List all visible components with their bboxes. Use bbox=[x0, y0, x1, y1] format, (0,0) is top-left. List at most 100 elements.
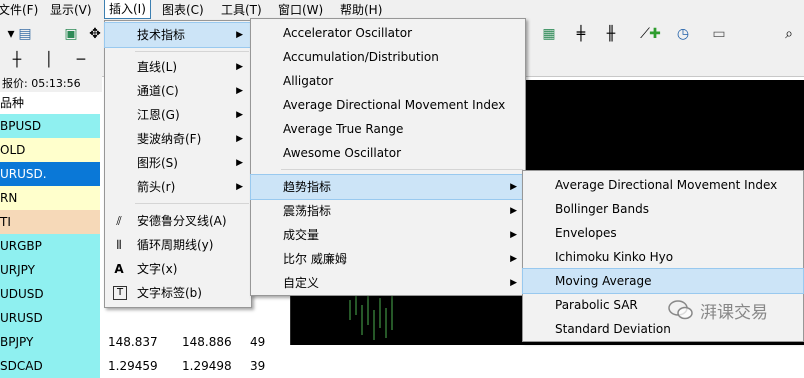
menu-file[interactable]: 文件(F) bbox=[0, 0, 38, 20]
crosshair-icon[interactable]: ┼ bbox=[6, 50, 28, 70]
menu-item-andrews-pitchfork[interactable]: ⫽ 安德鲁分叉线(A) bbox=[105, 209, 251, 233]
menu-item-envelopes[interactable]: Envelopes bbox=[523, 221, 803, 245]
menu-item-label: 图形(S) bbox=[137, 156, 178, 170]
menu-item-gann[interactable]: 江恩(G) ▶ bbox=[105, 103, 251, 127]
submenu-arrow-icon: ▶ bbox=[510, 230, 517, 240]
menu-item-lines[interactable]: 直线(L) ▶ bbox=[105, 55, 251, 79]
insert-menu: 技术指标 ▶ 直线(L) ▶ 通道(C) ▶ 江恩(G) ▶ 斐波纳奇(F) ▶… bbox=[104, 20, 252, 308]
market-watch-symbol: TI bbox=[0, 210, 100, 234]
candles-area bbox=[349, 290, 393, 340]
menu-item-custom[interactable]: 自定义 ▶ bbox=[251, 271, 525, 295]
submenu-arrow-icon: ▶ bbox=[510, 182, 517, 192]
submenu-arrow-icon: ▶ bbox=[236, 62, 243, 72]
menu-item-awesome-oscillator[interactable]: Awesome Oscillator bbox=[251, 141, 525, 165]
market-watch-ask: 1.29498 bbox=[182, 359, 232, 373]
text-label-icon: T bbox=[113, 286, 127, 300]
wechat-icon bbox=[668, 300, 693, 320]
submenu-arrow-icon: ▶ bbox=[236, 86, 243, 96]
menu-item-accumulation-distribution[interactable]: Accumulation/Distribution bbox=[251, 45, 525, 69]
submenu-arrow-icon: ▶ bbox=[510, 206, 517, 216]
market-watch-bid: 1.29459 bbox=[108, 359, 158, 373]
menu-item-label: 趋势指标 bbox=[283, 180, 332, 194]
menu-item-bill-williams[interactable]: 比尔 威廉姆 ▶ bbox=[251, 247, 525, 271]
indicators-submenu: Accelerator Oscillator Accumulation/Dist… bbox=[250, 18, 526, 296]
menu-item-label: 文字(x) bbox=[137, 262, 178, 276]
menu-item-label: Envelopes bbox=[555, 226, 617, 240]
menu-item-indicators[interactable]: 技术指标 ▶ bbox=[104, 22, 252, 48]
market-watch-row[interactable]: BPJPY 148.837 148.886 49 bbox=[0, 330, 270, 354]
submenu-arrow-icon: ▶ bbox=[236, 30, 243, 40]
menu-item-moving-average[interactable]: Moving Average bbox=[522, 268, 804, 294]
menu-charts[interactable]: 图表(C) bbox=[162, 0, 204, 20]
menu-item-volumes[interactable]: 成交量 ▶ bbox=[251, 223, 525, 247]
market-watch-spread: 39 bbox=[250, 359, 266, 373]
submenu-arrow-icon: ▶ bbox=[510, 254, 517, 264]
menu-item-accelerator-oscillator[interactable]: Accelerator Oscillator bbox=[251, 21, 525, 45]
menu-item-label: Awesome Oscillator bbox=[283, 146, 402, 160]
menu-item-text-label[interactable]: T 文字标签(b) bbox=[105, 281, 251, 305]
menu-item-label: 箭头(r) bbox=[137, 180, 176, 194]
vertical-line-icon[interactable]: │ bbox=[38, 50, 60, 70]
watermark-text: 湃课交易 bbox=[700, 303, 768, 323]
menu-item-fibonacci[interactable]: 斐波纳奇(F) ▶ bbox=[105, 127, 251, 151]
menu-item-oscillators[interactable]: 震荡指标 ▶ bbox=[251, 199, 525, 223]
menu-insert[interactable]: 插入(I) bbox=[104, 0, 151, 19]
crosshair-move-icon[interactable]: ✥ bbox=[84, 24, 106, 44]
market-watch-symbol: URJPY bbox=[0, 258, 100, 282]
menu-item-label: 斐波纳奇(F) bbox=[137, 132, 202, 146]
menu-item-label: 直线(L) bbox=[137, 60, 178, 74]
menu-separator bbox=[135, 203, 249, 204]
menu-item-bollinger-bands[interactable]: Bollinger Bands bbox=[523, 197, 803, 221]
menu-help[interactable]: 帮助(H) bbox=[340, 0, 382, 20]
menu-view[interactable]: 显示(V) bbox=[50, 0, 92, 20]
menu-item-trend-admi[interactable]: Average Directional Movement Index bbox=[523, 173, 803, 197]
menu-item-cycle-lines[interactable]: ⦀ 循环周期线(y) bbox=[105, 233, 251, 257]
market-watch-symbol: URUSD. bbox=[0, 162, 100, 186]
market-watch-symbol: SDCAD bbox=[0, 354, 100, 378]
submenu-arrow-icon: ▶ bbox=[236, 182, 243, 192]
text-icon: A bbox=[114, 262, 124, 276]
menu-item-shapes[interactable]: 图形(S) ▶ bbox=[105, 151, 251, 175]
candlestick-chart-icon[interactable]: ╫ bbox=[600, 24, 622, 44]
market-watch-spread: 49 bbox=[250, 335, 266, 349]
menu-item-label: Average Directional Movement Index bbox=[283, 98, 506, 112]
market-watch-symbol: BPUSD bbox=[0, 114, 100, 138]
menu-item-label: Accelerator Oscillator bbox=[283, 26, 413, 40]
market-watch-symbol: BPJPY bbox=[0, 330, 100, 354]
menu-item-label: 安德鲁分叉线(A) bbox=[137, 214, 227, 228]
menu-item-label: 通道(C) bbox=[137, 84, 179, 98]
andrews-pitchfork-icon: ⫽ bbox=[116, 214, 122, 228]
menu-item-trend[interactable]: 趋势指标 ▶ bbox=[250, 174, 526, 200]
menu-separator bbox=[281, 169, 523, 170]
market-watch-row[interactable]: URUSD bbox=[0, 306, 270, 330]
cycle-lines-icon: ⦀ bbox=[116, 238, 122, 252]
tile-windows-icon[interactable]: ▦ bbox=[538, 24, 560, 44]
menu-item-channels[interactable]: 通道(C) ▶ bbox=[105, 79, 251, 103]
templates-icon[interactable]: ▭ bbox=[708, 24, 730, 44]
menu-item-label: Average True Range bbox=[283, 122, 404, 136]
submenu-arrow-icon: ▶ bbox=[236, 134, 243, 144]
add-indicator-icon[interactable]: ✚ bbox=[640, 24, 662, 44]
menu-bar: 文件(F) 显示(V) 插入(I) 图表(C) 工具(T) 窗口(W) 帮助(H… bbox=[0, 0, 804, 20]
menu-item-label: 江恩(G) bbox=[137, 108, 180, 122]
menu-window[interactable]: 窗口(W) bbox=[278, 0, 323, 20]
menu-item-label: 文字标签(b) bbox=[137, 286, 202, 300]
menu-item-ichimoku[interactable]: Ichimoku Kinko Hyo bbox=[523, 245, 803, 269]
menu-item-label: Bollinger Bands bbox=[555, 202, 649, 216]
market-watch-row[interactable]: SDCAD 1.29459 1.29498 39 bbox=[0, 354, 270, 378]
horizontal-line-icon[interactable]: ─ bbox=[70, 50, 92, 70]
menu-item-arrows[interactable]: 箭头(r) ▶ bbox=[105, 175, 251, 199]
navigator-icon[interactable]: ▣ bbox=[60, 24, 82, 44]
menu-item-average-true-range[interactable]: Average True Range bbox=[251, 117, 525, 141]
bar-chart-icon[interactable]: ╪ bbox=[570, 24, 592, 44]
clock-periods-icon[interactable]: ◷ bbox=[672, 24, 694, 44]
menu-item-label: 自定义 bbox=[283, 276, 320, 290]
menu-item-alligator[interactable]: Alligator bbox=[251, 69, 525, 93]
print-icon[interactable]: ▤ bbox=[14, 24, 36, 44]
market-watch-bid: 148.837 bbox=[108, 335, 158, 349]
market-watch-symbol: URGBP bbox=[0, 234, 100, 258]
menu-tools[interactable]: 工具(T) bbox=[221, 0, 262, 20]
menu-item-text[interactable]: A 文字(x) bbox=[105, 257, 251, 281]
zoom-icon[interactable]: ⌕ bbox=[778, 24, 800, 44]
menu-item-admi[interactable]: Average Directional Movement Index bbox=[251, 93, 525, 117]
